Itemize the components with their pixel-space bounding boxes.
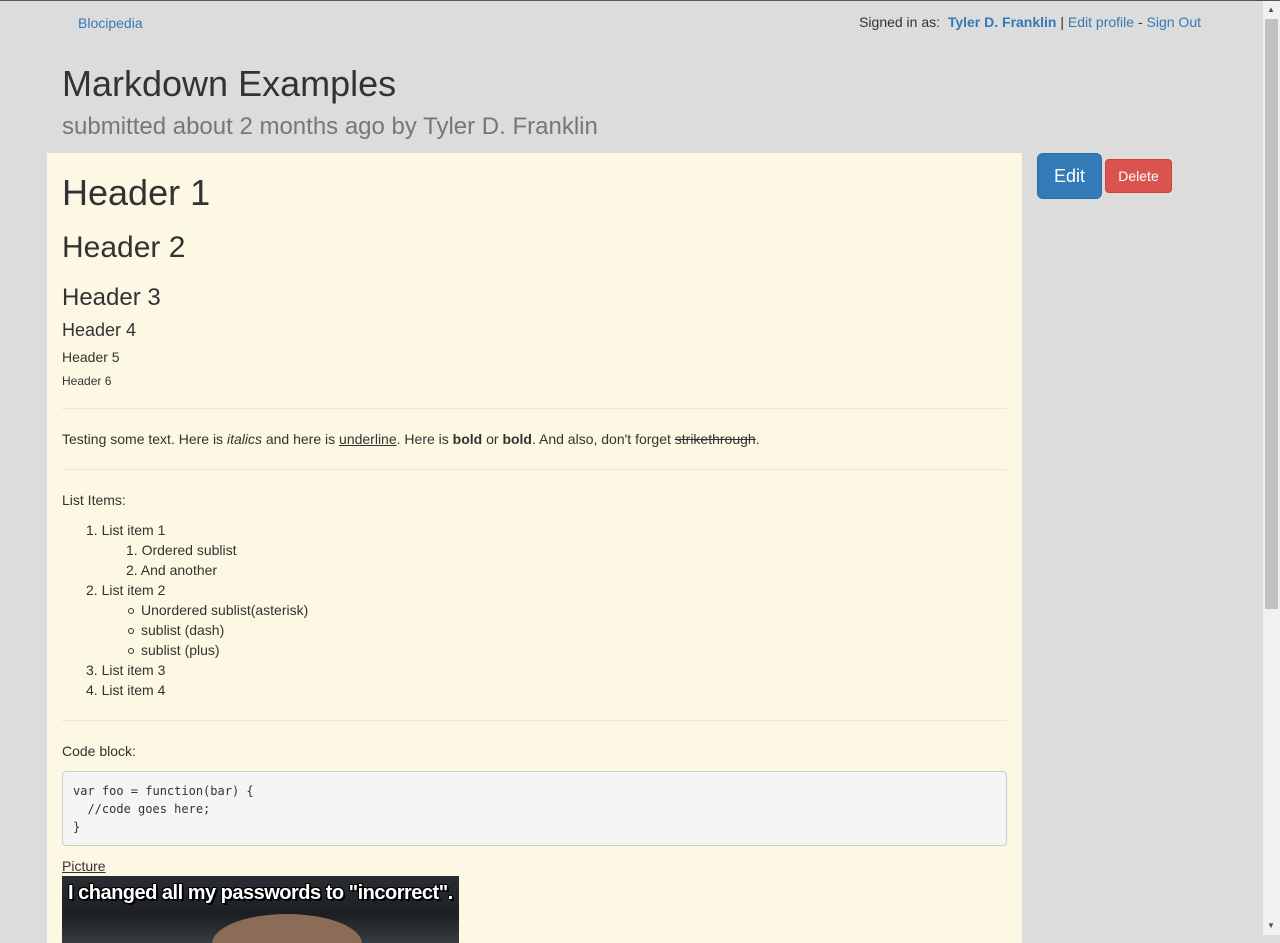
bullet-icon — [128, 628, 134, 634]
strikethrough-text: strikethrough — [674, 431, 756, 447]
sign-out-link[interactable]: Sign Out — [1147, 14, 1201, 30]
meme-face — [212, 914, 362, 943]
separator: | — [1060, 14, 1065, 30]
divider — [62, 720, 1007, 721]
scrollbar-thumb[interactable] — [1265, 19, 1278, 609]
wiki-body: Header 1 Header 2 Header 3 Header 4 Head… — [47, 153, 1022, 943]
scroll-down-icon[interactable]: ▼ — [1267, 921, 1275, 930]
header-1: Header 1 — [62, 172, 211, 213]
scroll-up-icon[interactable]: ▲ — [1267, 5, 1275, 14]
edit-profile-link[interactable]: Edit profile — [1068, 14, 1134, 30]
list-label: List Items: — [62, 492, 126, 508]
divider — [62, 408, 1007, 409]
meme-caption: I changed all my passwords to "incorrect… — [68, 882, 453, 904]
text-segment: Testing some text. Here is — [62, 431, 227, 447]
header-3: Header 3 — [62, 284, 161, 311]
text-segment: . — [755, 431, 760, 447]
text-segment: or — [482, 431, 503, 447]
edit-button[interactable]: Edit — [1037, 153, 1102, 199]
header-4: Header 4 — [62, 320, 137, 340]
header-6: Header 6 — [62, 374, 112, 388]
list-item: Unordered sublist(asterisk) — [141, 602, 309, 618]
list-item: 1. List item 1 — [86, 522, 166, 538]
bullet-icon — [128, 608, 134, 614]
formatted-text: Testing some text. Here is italics and h… — [62, 431, 760, 447]
list-item: 2. And another — [126, 562, 218, 578]
list-item: 3. List item 3 — [86, 662, 166, 678]
text-segment: . And also, don't forget — [531, 431, 675, 447]
divider — [62, 469, 1007, 470]
brand-link[interactable]: Blocipedia — [78, 15, 143, 31]
bold-text: bold — [502, 431, 532, 447]
delete-button[interactable]: Delete — [1105, 159, 1172, 193]
separator: - — [1137, 14, 1143, 30]
code-block: var foo = function(bar) { //code goes he… — [62, 771, 1007, 846]
bullet-icon — [128, 648, 134, 654]
code-label: Code block: — [62, 743, 136, 759]
vertical-scrollbar[interactable]: ▲ ▼ — [1263, 1, 1280, 935]
list-item: 4. List item 4 — [86, 682, 166, 698]
text-segment: . Here is — [396, 431, 453, 447]
text-segment: and here is — [261, 431, 340, 447]
underline-text: underline — [339, 431, 397, 447]
bold-text: bold — [452, 431, 483, 447]
list-item: sublist (dash) — [141, 622, 225, 638]
header-5: Header 5 — [62, 349, 120, 365]
signin-status: Signed in as: Tyler D. Franklin | Edit p… — [859, 14, 1201, 30]
picture-link[interactable]: Picture — [62, 858, 106, 874]
page-title: Markdown Examples — [62, 63, 397, 104]
signed-in-label: Signed in as: — [859, 14, 941, 30]
meme-image: I changed all my passwords to "incorrect… — [62, 876, 459, 943]
page-subtitle: submitted about 2 months ago by Tyler D.… — [62, 113, 598, 140]
header-2: Header 2 — [62, 231, 186, 264]
list-item: 1. Ordered sublist — [126, 542, 237, 558]
user-profile-link[interactable]: Tyler D. Franklin — [948, 14, 1057, 30]
list-item: sublist (plus) — [141, 642, 220, 658]
list-item: 2. List item 2 — [86, 582, 166, 598]
italic-text: italics — [226, 431, 262, 447]
